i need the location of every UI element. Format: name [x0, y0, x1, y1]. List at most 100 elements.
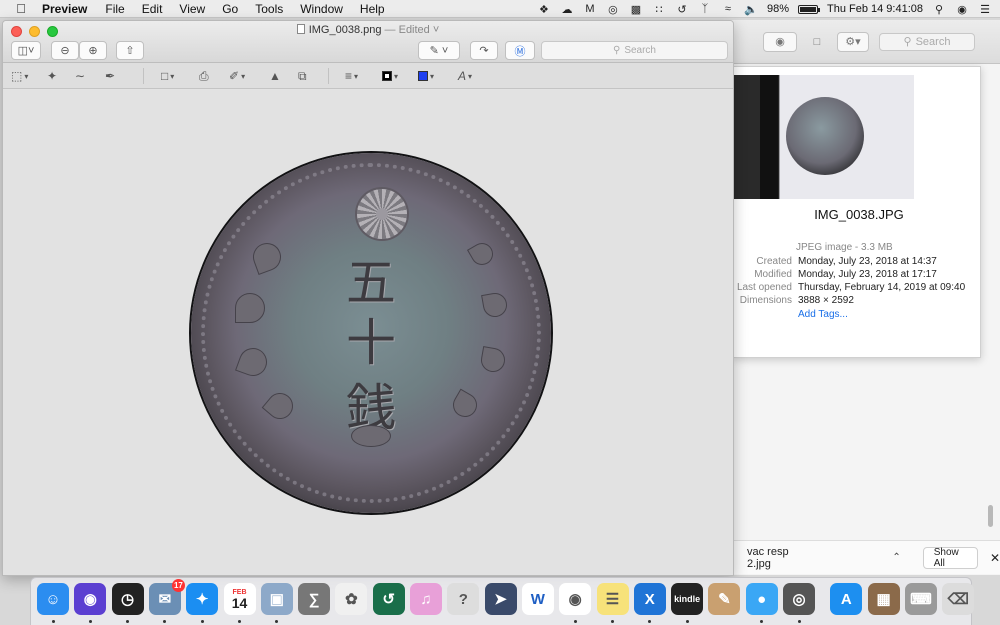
- info-label: Last opened: [736, 282, 792, 293]
- dock-running-indicator: [126, 620, 130, 623]
- info-row-created: Created Monday, July 23, 2018 at 14:37: [734, 256, 936, 267]
- adjust-size-icon[interactable]: ⧉: [298, 68, 307, 84]
- dock-paint-icon[interactable]: ✎: [708, 583, 741, 615]
- dock-safari-icon[interactable]: ✦: [186, 583, 219, 615]
- highlight-pen-icon[interactable]: ✎ ˅: [418, 41, 460, 60]
- volume-icon[interactable]: 🔈: [744, 3, 758, 16]
- dock-app-store-icon[interactable]: A: [830, 583, 863, 615]
- dock-time-machine-icon[interactable]: ↺: [372, 583, 405, 615]
- dock-running-indicator: [573, 620, 577, 623]
- menu-file[interactable]: File: [105, 2, 124, 16]
- dock-messages-icon[interactable]: ●: [745, 583, 778, 615]
- menu-go[interactable]: Go: [222, 2, 238, 16]
- dock-crossover-icon[interactable]: X: [633, 583, 666, 615]
- rotate-icon[interactable]: ↷: [470, 41, 498, 60]
- dropbox-icon[interactable]: ❖: [537, 3, 551, 16]
- dock-siri-icon[interactable]: ◉: [74, 583, 107, 615]
- chevron-down-icon[interactable]: ˅: [430, 24, 439, 36]
- cloud-upload-icon[interactable]: ☁: [560, 3, 574, 16]
- finder-toolbar: ◉ □ ⚙▾ ⚲ Search: [721, 20, 1000, 64]
- info-label: Modified: [754, 269, 792, 280]
- apple-menu-icon[interactable]: : [14, 1, 28, 16]
- close-icon[interactable]: ✕: [990, 551, 1000, 565]
- zoom-out-icon[interactable]: ⊖: [51, 41, 79, 60]
- user-avatar-icon[interactable]: ◉: [955, 3, 969, 16]
- battery-icon[interactable]: [797, 4, 820, 14]
- quick-look-eye-icon[interactable]: ◉: [763, 31, 797, 52]
- text-tool-icon[interactable]: ⎙: [199, 68, 209, 84]
- menu-edit[interactable]: Edit: [142, 2, 163, 16]
- menu-tools[interactable]: Tools: [255, 2, 283, 16]
- dock-calculator-icon[interactable]: ∑: [298, 583, 331, 615]
- dock-photos-icon[interactable]: ✿: [335, 583, 368, 615]
- instant-alpha-icon[interactable]: ✦: [47, 68, 57, 84]
- menu-view[interactable]: View: [179, 2, 205, 16]
- menu-app-name[interactable]: Preview: [42, 2, 87, 16]
- image-canvas[interactable]: 五 十 銭: [3, 90, 733, 575]
- wifi-icon[interactable]: ≈: [721, 3, 735, 15]
- menu-window[interactable]: Window: [300, 2, 343, 16]
- dock-preview-icon[interactable]: ▣: [260, 583, 293, 615]
- fill-color-icon[interactable]: ▾: [418, 68, 434, 84]
- menu-help[interactable]: Help: [360, 2, 385, 16]
- malwarebytes-icon[interactable]: M: [583, 3, 597, 15]
- document-icon[interactable]: □: [807, 32, 827, 52]
- text-style-icon[interactable]: A ▾: [458, 68, 472, 84]
- finder-search-field[interactable]: ⚲ Search: [879, 32, 975, 51]
- add-tags-link[interactable]: Add Tags...: [798, 309, 848, 320]
- spotlight-icon[interactable]: ⚲: [932, 3, 946, 16]
- title-edited: — Edited: [384, 24, 430, 36]
- draw-icon[interactable]: ✒: [105, 68, 115, 84]
- dock-running-indicator: [685, 620, 689, 623]
- adjust-color-icon[interactable]: ▲: [269, 68, 281, 84]
- line-style-icon[interactable]: ≡ ▾: [345, 68, 358, 84]
- downloads-bar: vac resp 2.jpg ⌃ Show All ✕: [733, 540, 1000, 574]
- document-proxy-icon[interactable]: [296, 24, 305, 34]
- coin-image[interactable]: 五 十 銭: [191, 153, 551, 513]
- window-title[interactable]: IMG_0038.png — Edited ˅: [3, 24, 733, 36]
- dock-dashboard-icon[interactable]: ◷: [111, 583, 144, 615]
- dock-chrome-icon[interactable]: ◉: [559, 583, 592, 615]
- dock-photo-booth-icon[interactable]: ◎: [783, 583, 815, 615]
- sketch-icon[interactable]: ∼: [75, 68, 85, 84]
- dock-kindle-icon[interactable]: kindle: [671, 583, 704, 615]
- sign-icon[interactable]: ✐ ▾: [229, 68, 245, 84]
- ribbon-bow: [351, 425, 391, 447]
- zoom-in-icon[interactable]: ⊕: [79, 41, 107, 60]
- selection-tool-icon[interactable]: ⬚ ▾: [11, 68, 28, 84]
- notification-center-icon[interactable]: ☰: [978, 3, 992, 16]
- grid-dots-icon[interactable]: ∷: [652, 3, 666, 16]
- time-machine-icon[interactable]: ↺: [675, 3, 689, 16]
- show-all-button[interactable]: Show All: [922, 546, 978, 569]
- dock-word-icon[interactable]: W: [521, 583, 554, 615]
- bluetooth-icon[interactable]: ᛉ: [698, 3, 712, 15]
- dock-keyboard-viewer-icon[interactable]: ⌨: [904, 583, 937, 615]
- mail-badge: 17: [171, 579, 185, 592]
- dock-notes-icon[interactable]: ☰: [596, 583, 629, 615]
- dock-finder-icon[interactable]: ☺: [37, 583, 69, 615]
- markup-toolbar-icon[interactable]: Ⓜ: [505, 41, 535, 60]
- preview-titlebar: IMG_0038.png — Edited ˅ ◫˅ ⊖ ⊕ ⇧ ✎ ˅ ↷ Ⓜ…: [3, 21, 733, 63]
- shapes-icon[interactable]: □ ▾: [161, 68, 174, 84]
- preview-toolbar: ◫˅ ⊖ ⊕ ⇧ ✎ ˅ ↷ Ⓜ ⚲ Search: [3, 41, 733, 61]
- sidebar-toggle-icon[interactable]: ◫˅: [11, 41, 41, 60]
- preview-search-field[interactable]: ⚲ Search: [541, 41, 728, 60]
- menu-clock[interactable]: Thu Feb 14 9:41:08: [827, 3, 923, 15]
- swirl-icon[interactable]: ◎: [606, 3, 620, 16]
- scrollbar-thumb[interactable]: [988, 505, 993, 527]
- backup-icon[interactable]: ▩: [629, 3, 643, 16]
- dock-help-icon[interactable]: ?: [447, 583, 480, 615]
- border-color-icon[interactable]: ▾: [382, 68, 398, 84]
- dock-photo-thumb-icon[interactable]: ▦: [867, 583, 900, 615]
- dock-trash-icon[interactable]: ⌫: [942, 583, 975, 615]
- dock-mail-icon[interactable]: ✉ 17: [148, 579, 185, 615]
- action-gear-icon[interactable]: ⚙▾: [837, 31, 869, 52]
- coin-thumbnail-image: [786, 97, 864, 175]
- dock-itunes-icon[interactable]: ♫: [410, 583, 442, 615]
- chevron-up-icon[interactable]: ⌃: [892, 552, 900, 563]
- dock-calendar-icon[interactable]: FEB 14: [223, 583, 256, 615]
- download-file-name[interactable]: vac resp 2.jpg: [747, 546, 806, 570]
- info-row-modified: Modified Monday, July 23, 2018 at 17:17: [734, 269, 937, 280]
- share-icon[interactable]: ⇧: [116, 41, 144, 60]
- dock-launchpad-icon[interactable]: ➤: [484, 583, 517, 615]
